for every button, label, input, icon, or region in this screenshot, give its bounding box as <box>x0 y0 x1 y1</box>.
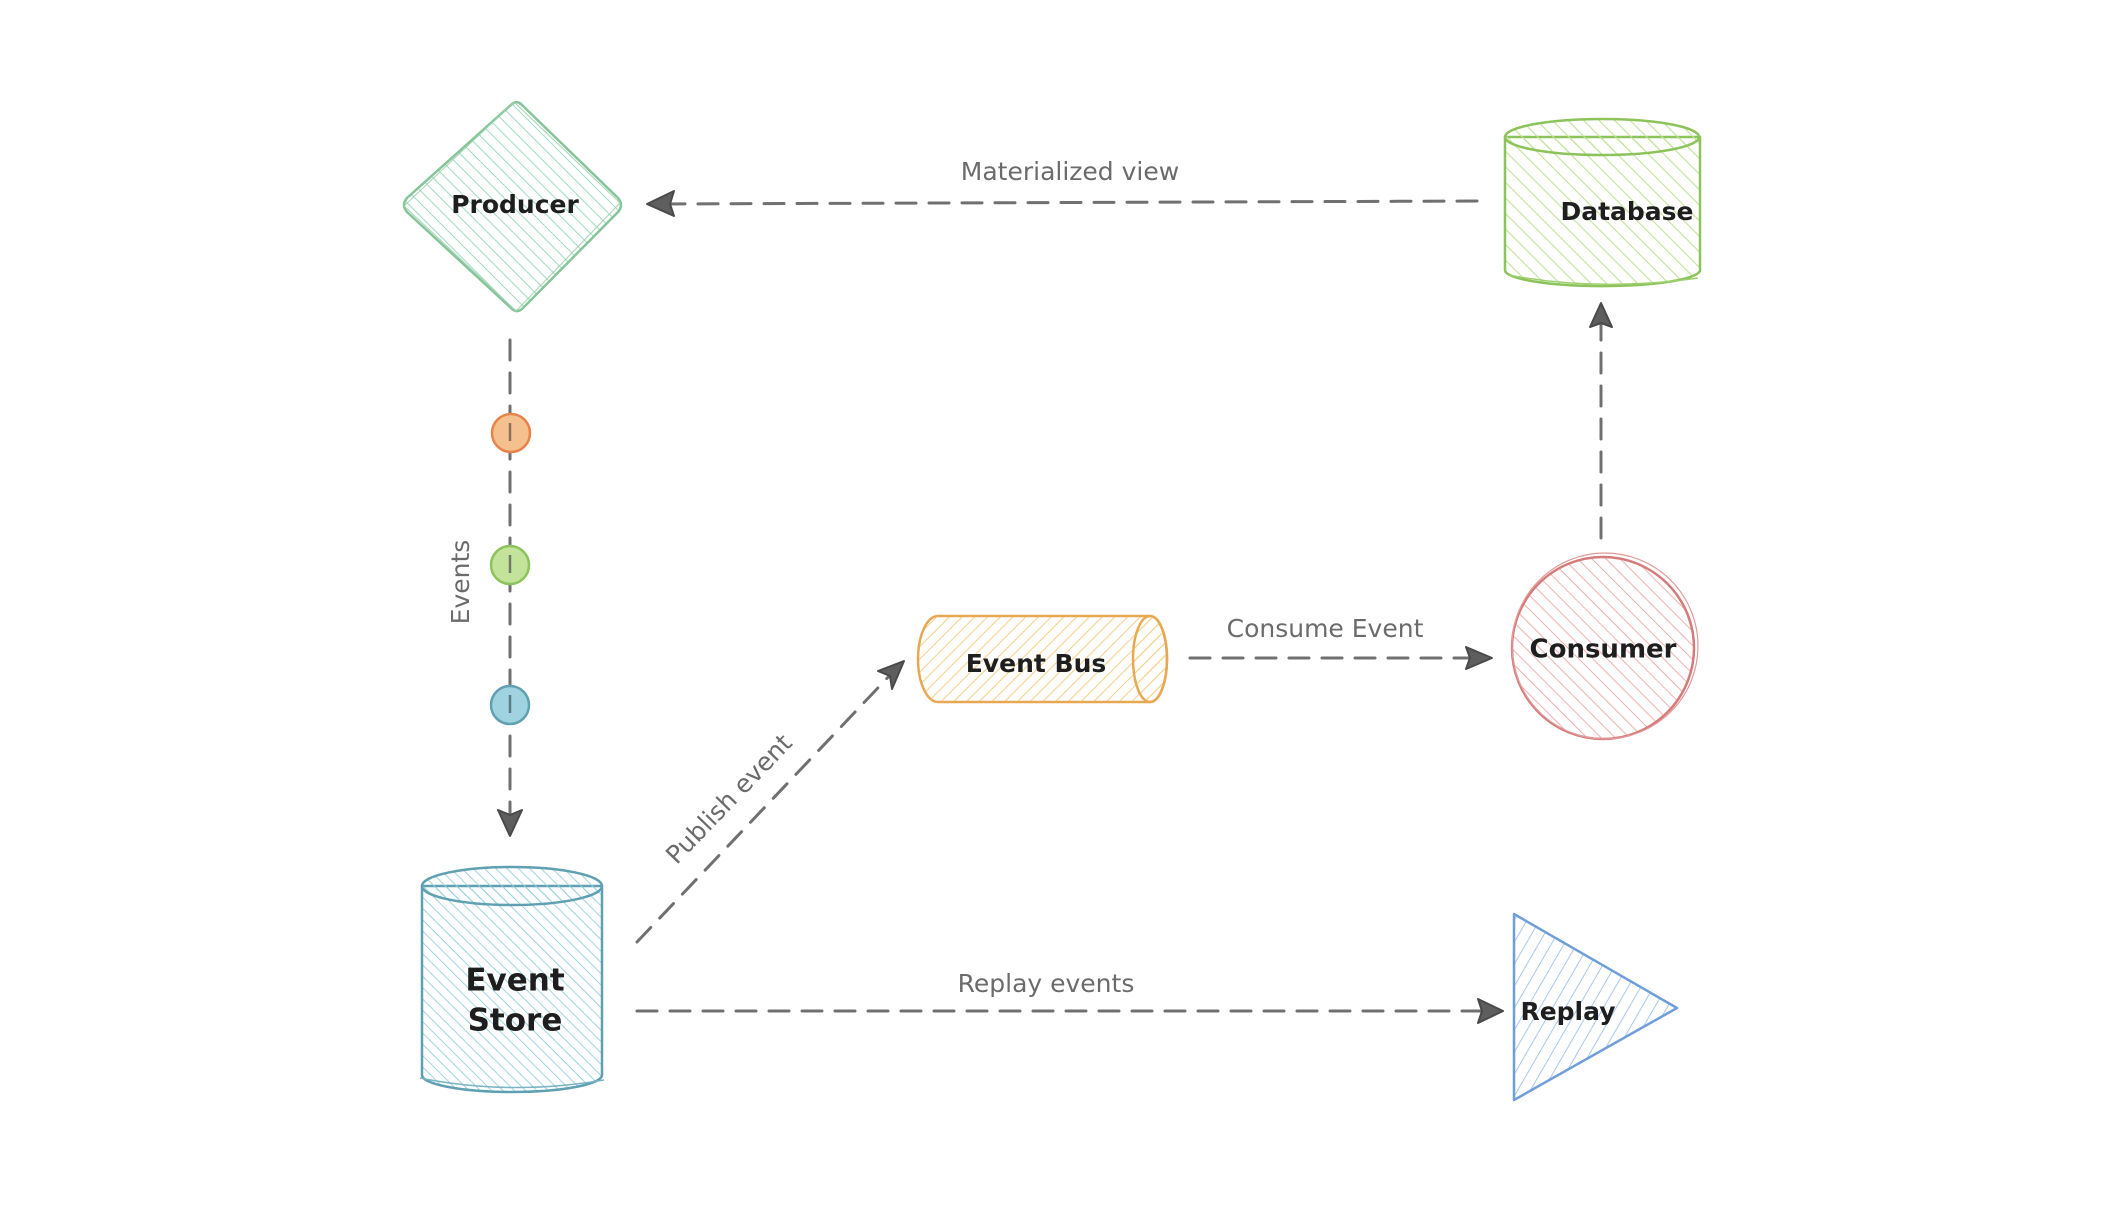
event-bus-cylinder-end <box>1131 614 1169 704</box>
node-event-store[interactable]: Event Store <box>419 865 605 1094</box>
event-store-cylinder-top <box>420 865 604 907</box>
replay-events-label: Replay events <box>958 969 1135 998</box>
materialized-view-label: Materialized view <box>961 157 1179 186</box>
edge-materialized-view[interactable]: Materialized view <box>646 157 1479 217</box>
arrowhead-left-icon <box>646 190 675 217</box>
node-consumer[interactable]: Consumer <box>1510 552 1699 741</box>
materialized-view-line <box>662 199 1479 206</box>
event-bus-label: Event Bus <box>966 649 1107 678</box>
edge-consume-event[interactable]: Consume Event <box>1188 614 1493 670</box>
database-cylinder-top <box>1503 117 1701 157</box>
consume-event-label: Consume Event <box>1227 614 1424 643</box>
replay-label: Replay <box>1520 997 1615 1026</box>
arrowhead-right-icon <box>1477 998 1504 1024</box>
diagram-canvas: Materialized view Events Publish event C… <box>402 101 1702 1102</box>
edge-replay-events[interactable]: Replay events <box>635 969 1504 1024</box>
database-label: Database <box>1560 197 1693 226</box>
node-database[interactable]: Database <box>1503 117 1702 288</box>
arrowhead-diagonal-icon <box>877 660 905 690</box>
node-producer[interactable]: Producer <box>402 101 623 313</box>
publish-event-label: Publish event <box>660 728 798 869</box>
arrowhead-right-icon <box>1465 646 1493 670</box>
event-store-label-line1: Event <box>465 963 564 999</box>
consumer-label: Consumer <box>1530 635 1677 665</box>
publish-event-line <box>635 670 895 944</box>
event-store-label-line2: Store <box>468 1003 563 1039</box>
node-event-bus[interactable]: Event Bus <box>916 614 1169 704</box>
events-label: Events <box>446 540 475 625</box>
arrowhead-up-icon <box>1589 302 1613 328</box>
edge-consumer-to-database[interactable] <box>1589 302 1613 540</box>
producer-label: Producer <box>451 190 579 219</box>
node-replay[interactable]: Replay <box>1512 912 1679 1102</box>
edge-publish-event[interactable]: Publish event <box>635 660 905 944</box>
